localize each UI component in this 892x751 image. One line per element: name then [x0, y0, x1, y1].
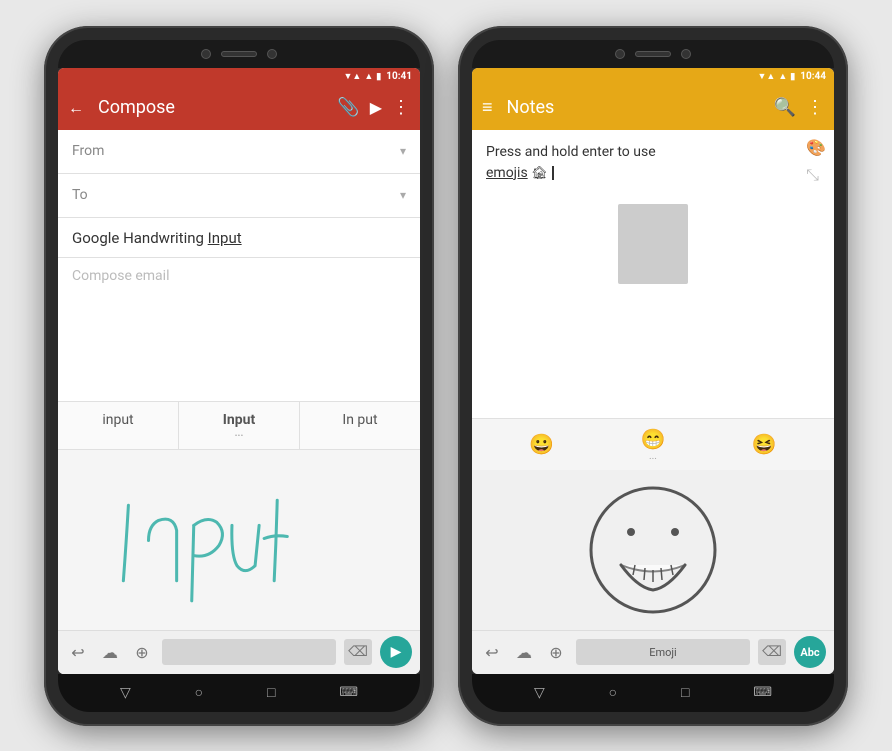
- to-field[interactable]: To ▾: [58, 174, 420, 218]
- camera-right-right: [681, 49, 691, 59]
- right-phone-screen: ▼▲ ▲ ▮ 10:44 ≡ Notes 🔍 ⋮ Press and hold …: [472, 68, 834, 674]
- from-label: From: [72, 143, 400, 159]
- from-field[interactable]: From ▾: [58, 130, 420, 174]
- notes-text-line1: Press and hold enter to use: [486, 142, 820, 163]
- phones-container: ▼▲ ▲ ▮ 10:41 ← Compose 📎 ▶ ⋮ From ▾: [44, 26, 848, 726]
- palette-icon[interactable]: 🎨: [806, 138, 826, 157]
- left-phone-top-bar: [58, 40, 420, 68]
- attach-icon[interactable]: 📎: [337, 97, 359, 118]
- signal-icon: ▼▲: [344, 71, 362, 82]
- left-phone: ▼▲ ▲ ▮ 10:41 ← Compose 📎 ▶ ⋮ From ▾: [44, 26, 434, 726]
- subject-underlined: Input: [208, 229, 242, 247]
- left-nav-bar: ▽ ○ □ ⌨: [58, 674, 420, 712]
- nav-keyboard-icon[interactable]: ⌨: [339, 685, 358, 700]
- more-icon[interactable]: ⋮: [392, 97, 410, 118]
- nav-home-btn[interactable]: ○: [195, 684, 203, 701]
- notes-more-icon[interactable]: ⋮: [806, 97, 824, 118]
- hw-suggestions-bar: input Input ... In put: [58, 401, 420, 450]
- time-display-right: 10:44: [800, 71, 826, 82]
- keyboard-send-button[interactable]: ▶: [380, 636, 412, 668]
- left-phone-screen: ▼▲ ▲ ▮ 10:41 ← Compose 📎 ▶ ⋮ From ▾: [58, 68, 420, 674]
- keyboard-send-icon: ▶: [391, 644, 402, 660]
- right-nav-recents-btn[interactable]: □: [681, 684, 689, 701]
- menu-icon[interactable]: ≡: [482, 97, 493, 118]
- keyboard-bar-left: ↩ ☁ ⊕ ⌫ ▶: [58, 630, 420, 674]
- speaker-right: [635, 51, 671, 57]
- notes-underline-emojis: emojis: [486, 165, 528, 181]
- keyboard-spacer: [162, 639, 336, 665]
- to-label: To: [72, 187, 400, 203]
- wifi-icon: ▲: [364, 71, 373, 82]
- notes-content-area[interactable]: Press and hold enter to use emojis 🏚 🎨 ⤡: [472, 130, 834, 418]
- emoji-suggestion-3[interactable]: 😆: [752, 432, 777, 456]
- emoji-label-text: Emoji: [649, 646, 676, 659]
- notes-toolbar: ≡ Notes 🔍 ⋮: [472, 86, 834, 130]
- handwriting-canvas[interactable]: [58, 450, 420, 630]
- gmail-form: From ▾ To ▾ Google Handwriting Input Com…: [58, 130, 420, 674]
- right-phone: ▼▲ ▲ ▮ 10:44 ≡ Notes 🔍 ⋮ Press and hold …: [458, 26, 848, 726]
- delete-key[interactable]: ⌫: [344, 639, 372, 665]
- text-cursor: [552, 166, 554, 180]
- notes-delete-icon: ⌫: [762, 644, 782, 660]
- notes-title: Notes: [507, 97, 764, 118]
- compose-area[interactable]: Compose email: [58, 258, 420, 401]
- suggestion-input-capital[interactable]: Input ...: [179, 402, 300, 449]
- camera-right-small: [267, 49, 277, 59]
- emoji-mode-label[interactable]: Emoji: [576, 639, 750, 665]
- right-nav-bar: ▽ ○ □ ⌨: [472, 674, 834, 712]
- subject-text: Google Handwriting Input: [72, 229, 242, 247]
- send-icon[interactable]: ▶: [370, 98, 382, 117]
- right-nav-keyboard-icon[interactable]: ⌨: [753, 685, 772, 700]
- emoji-suggestion-1[interactable]: 😀: [529, 432, 554, 456]
- search-icon[interactable]: 🔍: [774, 97, 796, 118]
- notes-text-line2: emojis 🏚: [486, 163, 820, 184]
- camera-right-left: [615, 49, 625, 59]
- notes-undo-icon[interactable]: ↩: [480, 643, 504, 662]
- abc-button[interactable]: Abc: [794, 636, 826, 668]
- right-phone-top-bar: [472, 40, 834, 68]
- notes-corner-icons: 🎨 ⤡: [806, 138, 826, 185]
- suggestion-in-put[interactable]: In put: [300, 402, 420, 449]
- battery-icon-r: ▮: [790, 72, 795, 82]
- face-drawing-canvas[interactable]: [472, 470, 834, 630]
- suggestion-input-lower[interactable]: input: [58, 402, 179, 449]
- gmail-toolbar: ← Compose 📎 ▶ ⋮: [58, 86, 420, 130]
- cloud-icon[interactable]: ☁: [98, 643, 122, 662]
- notes-cloud-icon[interactable]: ☁: [512, 643, 536, 662]
- signal-icon-r: ▼▲: [758, 71, 776, 82]
- right-status-bar: ▼▲ ▲ ▮ 10:44: [472, 68, 834, 86]
- right-nav-home-btn[interactable]: ○: [609, 684, 617, 701]
- notes-image-placeholder: [618, 204, 688, 284]
- expand-icon[interactable]: ⤡: [806, 165, 826, 185]
- left-status-icons: ▼▲ ▲ ▮ 10:41: [344, 71, 412, 82]
- battery-icon: ▮: [376, 72, 381, 82]
- back-button[interactable]: ←: [68, 98, 84, 118]
- to-chevron-icon: ▾: [400, 188, 406, 202]
- notes-keyboard-bar: ↩ ☁ ⊕ Emoji ⌫ Abc: [472, 630, 834, 674]
- emoji-suggestion-2[interactable]: 😁 ...: [641, 427, 666, 462]
- globe-icon[interactable]: ⊕: [130, 643, 154, 662]
- right-status-icons: ▼▲ ▲ ▮ 10:44: [758, 71, 826, 82]
- right-nav-back-btn[interactable]: ▽: [534, 685, 545, 701]
- left-status-bar: ▼▲ ▲ ▮ 10:41: [58, 68, 420, 86]
- delete-icon: ⌫: [348, 644, 368, 660]
- suggestion-dots: ...: [183, 428, 295, 439]
- nav-back-btn[interactable]: ▽: [120, 685, 131, 701]
- notes-globe-icon[interactable]: ⊕: [544, 643, 568, 662]
- speaker-left: [221, 51, 257, 57]
- compose-title: Compose: [98, 97, 327, 118]
- abc-label: Abc: [800, 646, 819, 659]
- nav-recents-btn[interactable]: □: [267, 684, 275, 701]
- wifi-icon-r: ▲: [778, 71, 787, 82]
- undo-icon[interactable]: ↩: [66, 643, 90, 662]
- notes-delete-key[interactable]: ⌫: [758, 639, 786, 665]
- emoji-suggestions-row: 😀 😁 ... 😆: [472, 418, 834, 470]
- subject-field[interactable]: Google Handwriting Input: [58, 218, 420, 258]
- from-chevron-icon: ▾: [400, 144, 406, 158]
- time-display: 10:41: [386, 71, 412, 82]
- camera-left: [201, 49, 211, 59]
- notes-emoji-inline: 🏚: [531, 166, 548, 181]
